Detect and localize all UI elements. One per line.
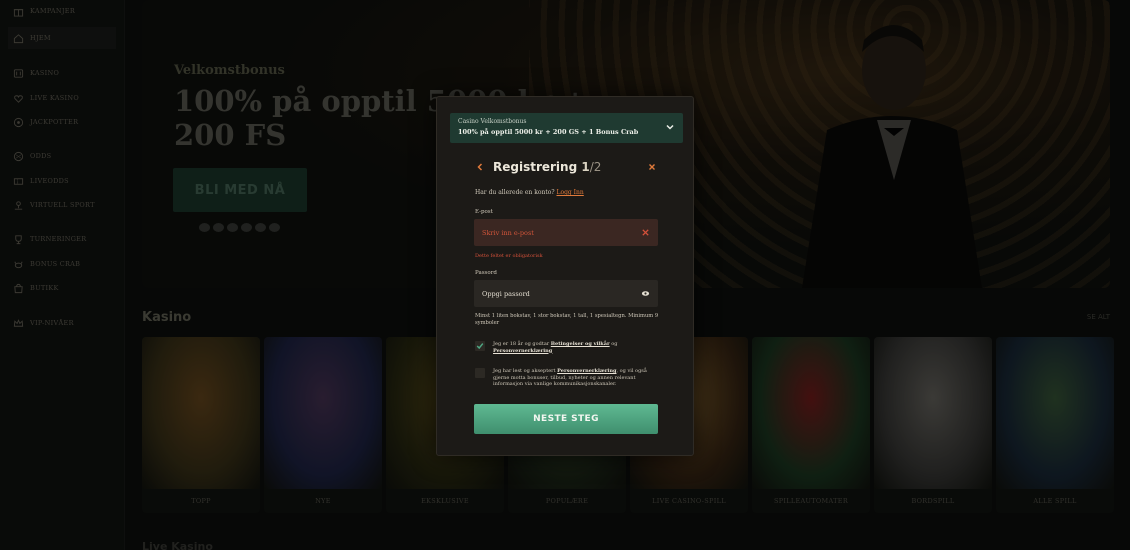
registration-title: Registrering 1/2 <box>493 160 601 174</box>
step-current: 1 <box>581 160 590 174</box>
terms-text: Jeg er 18 år og godtar Betingelser og vi… <box>493 341 659 354</box>
terms-checkbox[interactable] <box>475 341 485 351</box>
marketing-checkbox[interactable] <box>475 368 485 378</box>
next-step-button[interactable]: NESTE STEG <box>474 404 658 434</box>
password-placeholder: Oppgi passord <box>482 289 530 298</box>
bonus-selector[interactable]: Casino Velkomstbonus 100% på opptil 5000… <box>450 113 683 143</box>
chevron-down-icon <box>666 124 674 130</box>
email-placeholder: Skriv inn e-post <box>482 228 534 237</box>
password-hint: Minst 1 liten bokstav, 1 stor bokstav, 1… <box>475 313 659 326</box>
terms-text-2: og <box>611 341 618 347</box>
terms-consent-row: Jeg er 18 år og godtar Betingelser og vi… <box>475 341 659 354</box>
back-arrow-icon[interactable] <box>475 162 485 172</box>
bonus-selector-value: 100% på opptil 5000 kr + 200 GS + 1 Bonu… <box>458 128 639 136</box>
terms-link[interactable]: Betingelser og vilkår <box>551 341 610 347</box>
registration-step: 1/2 <box>581 160 601 174</box>
bonus-selector-label: Casino Velkomstbonus <box>458 118 527 125</box>
email-label: E-post <box>475 209 493 215</box>
have-account-label: Har du allerede en konto? <box>475 189 555 196</box>
email-field[interactable]: Skriv inn e-post <box>474 219 658 246</box>
close-icon[interactable] <box>647 162 657 172</box>
registration-modal: Casino Velkomstbonus 100% på opptil 5000… <box>436 96 694 456</box>
marketing-privacy-link[interactable]: Personvernerklæring <box>557 368 616 374</box>
marketing-text: Jeg har lest og akseptert Personvernerkl… <box>493 368 659 388</box>
marketing-text-1: Jeg har lest og akseptert <box>493 368 556 374</box>
password-field[interactable]: Oppgi passord <box>474 280 658 307</box>
have-account-text: Har du allerede en konto? Logg Inn <box>475 189 584 196</box>
checkmark-icon <box>476 343 484 350</box>
login-link[interactable]: Logg Inn <box>556 189 583 196</box>
registration-header: Registrering 1/2 <box>475 160 657 176</box>
marketing-consent-row: Jeg har lest og akseptert Personvernerkl… <box>475 368 659 388</box>
registration-title-text: Registrering <box>493 160 578 174</box>
privacy-link[interactable]: Personvernerklæring <box>493 348 552 354</box>
password-label: Passord <box>475 270 497 276</box>
eye-icon[interactable] <box>641 289 650 298</box>
email-error-message: Dette feltet er obligatorisk <box>475 253 543 259</box>
terms-text-1: Jeg er 18 år og godtar <box>493 341 550 347</box>
step-total: /2 <box>589 160 602 174</box>
error-x-icon <box>642 229 649 236</box>
